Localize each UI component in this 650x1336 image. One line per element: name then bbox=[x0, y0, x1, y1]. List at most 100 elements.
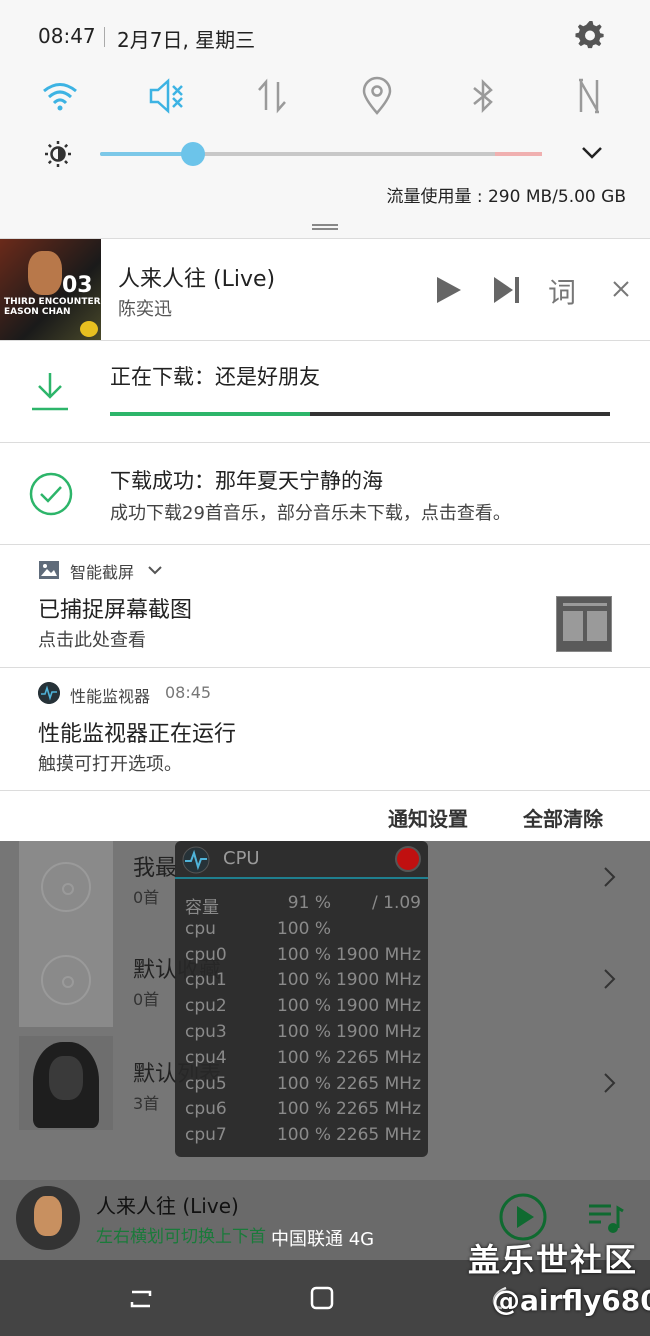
cpu-stat-percent: 100 % bbox=[276, 1047, 331, 1068]
clear-all-button[interactable]: 全部清除 bbox=[523, 803, 603, 832]
cpu-stat-name: 容量 bbox=[185, 898, 219, 918]
chevron-down-icon[interactable] bbox=[580, 143, 604, 163]
cpu-stat-row: cpu2 100 % 1900 MHz bbox=[185, 996, 421, 1022]
cpu-stat-row: 容量 91 % / 1.09 bbox=[185, 893, 421, 919]
cpu-stat-name: cpu2 bbox=[185, 996, 227, 1017]
cpu-stat-percent: 100 % bbox=[276, 1125, 331, 1146]
monitor-app-name: 性能监视器 bbox=[70, 687, 151, 706]
watermark-community: 盖乐世社区 bbox=[468, 1241, 639, 1279]
gear-icon[interactable] bbox=[575, 20, 605, 50]
album-art-text: THIRD ENCOUNTER EASON CHAN bbox=[4, 297, 101, 317]
album-art-number: 03 bbox=[62, 273, 93, 298]
mini-player-hint: 左右横划可切换上下首 bbox=[96, 1227, 266, 1247]
cpu-stat-value: 1900 MHz bbox=[335, 970, 421, 991]
home-icon[interactable] bbox=[309, 1285, 335, 1311]
music-title: 人来人往 (Live) bbox=[118, 267, 276, 292]
playlist-name: 我最 bbox=[133, 856, 178, 881]
monitor-time: 08:45 bbox=[165, 683, 212, 702]
playlist-cover bbox=[19, 840, 113, 934]
cpu-stat-percent: 91 % bbox=[287, 893, 331, 913]
data-usage-label[interactable]: 流量使用量 : 290 MB/5.00 GB bbox=[386, 182, 626, 207]
drag-handle[interactable] bbox=[312, 224, 338, 230]
pulse-icon bbox=[38, 682, 60, 704]
quick-settings: 流量使用量 : 290 MB/5.00 GB bbox=[0, 70, 650, 240]
cpu-stat-name: cpu6 bbox=[185, 1099, 227, 1120]
download-progress-notification[interactable]: 正在下载：还是好朋友 bbox=[0, 340, 650, 442]
playlist-count: 0首 bbox=[133, 990, 160, 1009]
album-art: 03 THIRD ENCOUNTER EASON CHAN bbox=[0, 239, 101, 341]
cpu-stat-name: cpu0 bbox=[185, 944, 227, 965]
back-icon[interactable] bbox=[128, 1286, 154, 1312]
close-icon[interactable] bbox=[612, 280, 630, 298]
chevron-right-icon bbox=[604, 867, 616, 887]
date: 2月7日, 星期三 bbox=[117, 28, 256, 52]
monitor-title: 性能监视器正在运行 bbox=[38, 722, 237, 747]
cpu-stat-percent: 100 % bbox=[276, 970, 331, 991]
location-icon[interactable] bbox=[357, 76, 397, 116]
play-icon[interactable] bbox=[435, 275, 463, 305]
brightness-high-zone bbox=[495, 152, 542, 156]
wifi-icon[interactable] bbox=[40, 76, 80, 116]
cpu-stat-value: 2265 MHz bbox=[335, 1073, 421, 1094]
chevron-down-icon[interactable] bbox=[147, 563, 163, 577]
cpu-stat-percent: 100 % bbox=[276, 996, 331, 1017]
playlist-count: 3首 bbox=[133, 1094, 160, 1113]
divider bbox=[104, 27, 105, 47]
cpu-stat-name: cpu4 bbox=[185, 1047, 227, 1068]
cpu-monitor-overlay[interactable]: CPU 容量 91 %/ 1.09 cpu 100 % cpu0 100 % 1900 MH… bbox=[175, 841, 428, 1157]
cpu-stat-percent: 100 % bbox=[276, 1073, 331, 1094]
chevron-right-icon bbox=[604, 969, 616, 989]
brightness-slider-thumb[interactable] bbox=[181, 142, 205, 166]
screenshot-subtitle: 点击此处查看 bbox=[38, 630, 146, 651]
download-complete-title: 下载成功：那年夏天宁静的海 bbox=[110, 469, 383, 493]
image-icon bbox=[39, 561, 59, 579]
cpu-stat-value: 2265 MHz bbox=[335, 1125, 421, 1146]
monitor-subtitle: 触摸可打开选项。 bbox=[38, 754, 182, 775]
download-icon bbox=[32, 373, 68, 411]
check-circle-icon bbox=[29, 472, 73, 516]
mobile-data-icon[interactable] bbox=[252, 76, 292, 116]
screenshot-app-name: 智能截屏 bbox=[70, 563, 135, 582]
clock: 08:47 bbox=[38, 24, 96, 48]
cpu-stat-percent: 100 % bbox=[276, 1099, 331, 1120]
cpu-stat-percent: 100 % bbox=[276, 944, 331, 965]
cpu-stat-row: cpu0 100 % 1900 MHz bbox=[185, 945, 421, 971]
notification-shade: 08:47 2月7日, 星期三 流量使用量 : 290 MB/5.00 GB 0… bbox=[0, 0, 650, 841]
cpu-stat-value: 1900 MHz bbox=[335, 1022, 421, 1042]
cpu-stat-percent: 100 % bbox=[276, 1022, 331, 1042]
cpu-stat-value: 1900 MHz bbox=[335, 996, 421, 1017]
cpu-stat-row: cpu 100 % bbox=[185, 919, 421, 945]
notification-settings-button[interactable]: 通知设置 bbox=[388, 803, 468, 832]
screenshot-notification[interactable]: 智能截屏 已捕捉屏幕截图 点击此处查看 bbox=[0, 544, 650, 667]
performance-monitor-notification[interactable]: 性能监视器 08:45 性能监视器正在运行 触摸可打开选项。 bbox=[0, 667, 650, 791]
download-title: 正在下载：还是好朋友 bbox=[110, 365, 320, 389]
nfc-icon[interactable] bbox=[569, 76, 609, 116]
cpu-stat-value: 2265 MHz bbox=[335, 1047, 421, 1068]
screenshot-title: 已捕捉屏幕截图 bbox=[38, 598, 193, 623]
cpu-overlay-title: CPU bbox=[223, 848, 260, 869]
music-artist: 陈奕迅 bbox=[118, 299, 172, 320]
download-complete-notification[interactable]: 下载成功：那年夏天宁静的海 成功下载29首音乐，部分音乐未下载，点击查看。 bbox=[0, 442, 650, 544]
chevron-right-icon bbox=[604, 1073, 616, 1093]
music-notification[interactable]: 03 THIRD ENCOUNTER EASON CHAN 人来人往 (Live… bbox=[0, 238, 650, 341]
playlist-icon[interactable] bbox=[585, 1198, 625, 1238]
playlist-count: 0首 bbox=[133, 888, 160, 907]
cpu-stat-name: cpu1 bbox=[185, 970, 227, 991]
cpu-stat-value: 1900 MHz bbox=[335, 944, 421, 965]
lyrics-button[interactable]: 词 bbox=[548, 271, 576, 311]
brightness-icon bbox=[45, 141, 71, 167]
playlist-cover bbox=[19, 933, 113, 1027]
record-button[interactable] bbox=[395, 846, 421, 872]
notification-actions: 通知设置 全部清除 bbox=[0, 790, 650, 841]
cpu-stat-row: cpu4 100 % 2265 MHz bbox=[185, 1048, 421, 1074]
mute-icon[interactable] bbox=[146, 76, 186, 116]
screenshot-thumbnail[interactable] bbox=[556, 596, 612, 652]
bluetooth-icon[interactable] bbox=[463, 76, 503, 116]
cpu-stat-name: cpu bbox=[185, 918, 216, 939]
cpu-overlay-header: CPU bbox=[175, 841, 428, 879]
cpu-stat-row: cpu3 100 % 1900 MHz bbox=[185, 1022, 421, 1048]
cpu-stat-name: cpu7 bbox=[185, 1125, 227, 1146]
skip-next-icon[interactable] bbox=[493, 275, 521, 305]
cpu-stat-value: / 1.09 bbox=[372, 893, 421, 913]
cpu-stat-row: cpu6 100 % 2265 MHz bbox=[185, 1099, 421, 1125]
